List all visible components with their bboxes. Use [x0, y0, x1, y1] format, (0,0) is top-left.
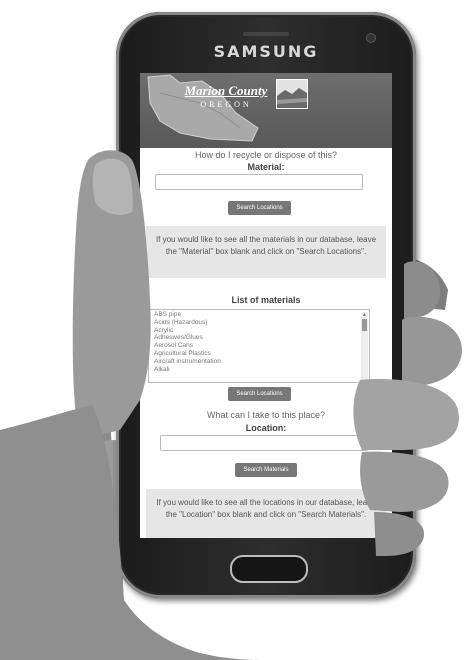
- materials-listbox[interactable]: ABS pipe Acids (Hazardous) Acrylic Adhes…: [148, 309, 370, 383]
- material-input[interactable]: [155, 174, 363, 190]
- material-info-box: If you would like to see all the materia…: [146, 226, 386, 278]
- location-info-box: If you would like to see all the locatio…: [146, 489, 386, 538]
- material-label: Material:: [247, 162, 285, 172]
- logo-title: Marion County: [184, 83, 268, 98]
- material-info-text: If you would like to see all the materia…: [155, 235, 377, 256]
- search-materials-button[interactable]: Search Materials: [235, 463, 297, 477]
- location-input[interactable]: [160, 435, 368, 451]
- photo-stage: SAMSUNG Marion County OREGON How do I re…: [0, 0, 469, 660]
- list-item[interactable]: Alkali: [149, 366, 369, 374]
- county-emblem-icon: [276, 79, 308, 109]
- list-item[interactable]: Aircraft instrumentation: [149, 358, 369, 366]
- listbox-scrollbar[interactable]: ▲: [361, 312, 368, 380]
- list-item[interactable]: Aerosol Cans: [149, 342, 369, 350]
- phone-brand-label: SAMSUNG: [213, 42, 319, 61]
- list-search-locations-button[interactable]: Search Locations: [228, 387, 291, 401]
- home-button[interactable]: [230, 555, 308, 583]
- list-item[interactable]: Acids (Hazardous): [149, 319, 369, 327]
- front-camera-icon: [367, 34, 375, 42]
- list-item[interactable]: ABS pipe: [149, 311, 369, 319]
- phone-screen: Marion County OREGON How do I recycle or…: [140, 73, 392, 538]
- list-item[interactable]: Agricultural Plastics: [149, 350, 369, 358]
- materials-list-heading: List of materials: [231, 295, 301, 305]
- location-label: Location:: [245, 423, 287, 433]
- search-locations-button[interactable]: Search Locations: [228, 201, 291, 215]
- scrollbar-thumb[interactable]: [362, 319, 367, 331]
- county-logo[interactable]: Marion County OREGON: [178, 83, 274, 109]
- scroll-up-arrow-icon[interactable]: ▲: [361, 312, 368, 318]
- list-item[interactable]: Acrylic: [149, 327, 369, 335]
- material-question: How do I recycle or dispose of this?: [194, 150, 338, 160]
- location-question: What can I take to this place?: [206, 410, 326, 420]
- earpiece-speaker: [243, 32, 289, 36]
- site-header: Marion County OREGON: [140, 73, 392, 148]
- location-info-text: If you would like to see all the locatio…: [156, 498, 376, 519]
- logo-subtitle: OREGON: [200, 100, 252, 109]
- list-item[interactable]: Adhesives/Glues: [149, 334, 369, 342]
